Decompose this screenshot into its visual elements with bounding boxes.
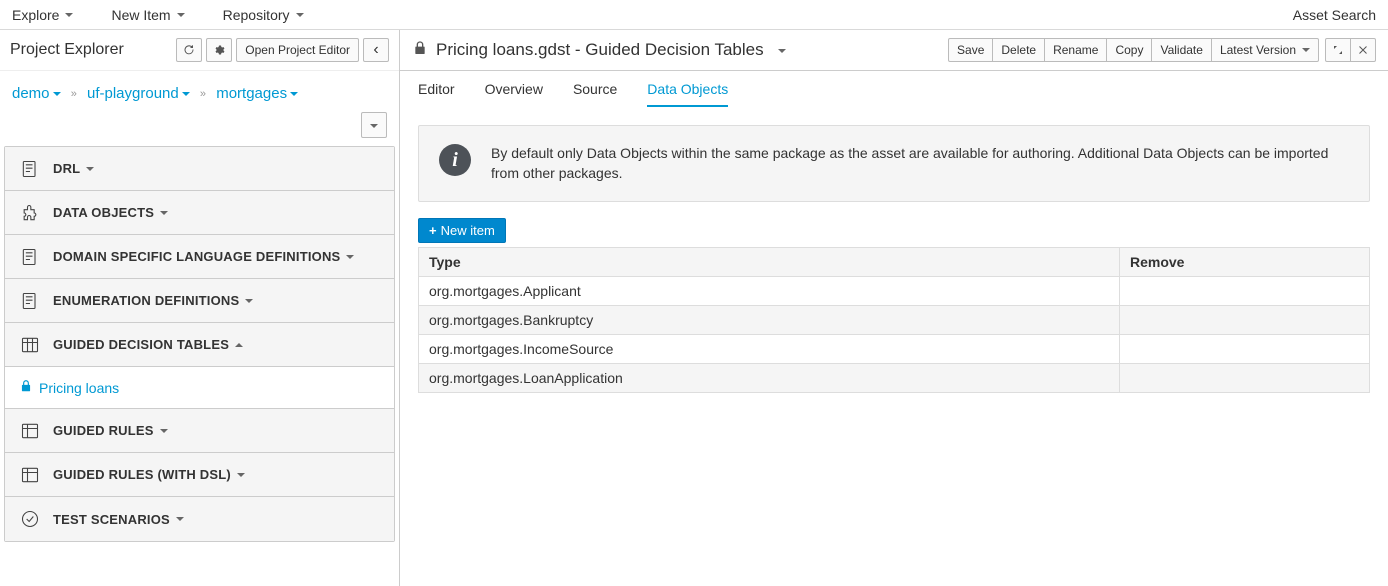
table-row: org.mortgages.LoanApplication [419,364,1370,393]
accordion-label: DOMAIN SPECIFIC LANGUAGE DEFINITIONS [53,249,340,264]
accordion-guided-rules-dsl[interactable]: GUIDED RULES (WITH DSL) [5,453,394,497]
data-objects-table: Type Remove org.mortgages.Applicantorg.m… [418,247,1370,393]
tab-source[interactable]: Source [573,81,617,107]
sidebar-header: Project Explorer Open Project Editor [0,30,399,71]
table-row: org.mortgages.IncomeSource [419,335,1370,364]
check-icon [19,508,41,530]
info-icon: i [439,144,471,176]
content-header: Pricing loans.gdst - Guided Decision Tab… [400,30,1388,71]
new-item-button[interactable]: + New item [418,218,506,243]
type-cell: org.mortgages.Bankruptcy [419,306,1120,335]
content-area: Pricing loans.gdst - Guided Decision Tab… [400,30,1388,586]
info-text: By default only Data Objects within the … [491,144,1349,183]
remove-cell[interactable] [1120,335,1370,364]
chevron-down-icon [370,118,378,133]
rename-button[interactable]: Rename [1044,38,1107,62]
lock-icon [412,40,428,61]
project-explorer-sidebar: Project Explorer Open Project Editor dem… [0,30,400,586]
plus-icon: + [429,223,437,238]
asset-accordion: DRL DATA OBJECTS DOMAIN SPECIFIC LANGUAG… [4,146,395,542]
type-cell: org.mortgages.Applicant [419,277,1120,306]
close-icon [1357,44,1369,56]
breadcrumb-mortgages[interactable]: mortgages [216,85,298,102]
breadcrumb-uf-playground[interactable]: uf-playground [87,85,190,102]
expand-button[interactable] [1325,38,1351,62]
accordion-label: GUIDED RULES (WITH DSL) [53,467,231,482]
tab-overview[interactable]: Overview [485,81,543,107]
window-button-group [1325,38,1376,62]
file-icon [19,158,41,180]
settings-button[interactable] [206,38,232,62]
accordion-enum[interactable]: ENUMERATION DEFINITIONS [5,279,394,323]
breadcrumb: demo » uf-playground » mortgages [0,71,399,108]
table-row: org.mortgages.Bankruptcy [419,306,1370,335]
col-type-header: Type [419,248,1120,277]
collapse-sidebar-button[interactable] [363,38,389,62]
menu-explore[interactable]: Explore [12,7,73,23]
remove-cell[interactable] [1120,364,1370,393]
refresh-button[interactable] [176,38,202,62]
table-icon [19,420,41,442]
accordion-label: GUIDED DECISION TABLES [53,337,229,352]
open-project-editor-button[interactable]: Open Project Editor [236,38,359,62]
accordion-data-objects[interactable]: DATA OBJECTS [5,191,394,235]
accordion-body-gdt: Pricing loans [5,367,394,409]
editor-tabs: Editor Overview Source Data Objects [400,71,1388,107]
expand-icon [1332,44,1344,56]
copy-button[interactable]: Copy [1106,38,1152,62]
gear-icon [213,44,225,56]
breadcrumb-dropdown-button[interactable] [361,112,387,138]
accordion-guided-rules[interactable]: GUIDED RULES [5,409,394,453]
table-icon [19,334,41,356]
chevron-left-icon [373,42,378,58]
top-menubar: Explore New Item Repository Asset Search [0,0,1388,30]
type-cell: org.mortgages.IncomeSource [419,335,1120,364]
tab-data-objects[interactable]: Data Objects [647,81,728,107]
tab-editor[interactable]: Editor [418,81,455,107]
puzzle-icon [19,202,41,224]
breadcrumb-demo[interactable]: demo [12,85,61,102]
save-button[interactable]: Save [948,38,993,62]
validate-button[interactable]: Validate [1151,38,1211,62]
remove-cell[interactable] [1120,306,1370,335]
action-button-group: Save Delete Rename Copy Validate Latest … [948,38,1319,62]
table-row: org.mortgages.Applicant [419,277,1370,306]
menu-new-item[interactable]: New Item [111,7,184,23]
menu-repository[interactable]: Repository [223,7,304,23]
sidebar-title: Project Explorer [10,41,172,59]
accordion-drl[interactable]: DRL [5,147,394,191]
asset-search-link[interactable]: Asset Search [1293,7,1376,23]
content-title-text: Pricing loans.gdst - Guided Decision Tab… [436,40,764,60]
col-remove-header: Remove [1120,248,1370,277]
accordion-label: DRL [53,161,80,176]
accordion-guided-decision-tables[interactable]: GUIDED DECISION TABLES [5,323,394,367]
content-title: Pricing loans.gdst - Guided Decision Tab… [412,40,786,61]
accordion-label: TEST SCENARIOS [53,512,170,527]
type-cell: org.mortgages.LoanApplication [419,364,1120,393]
accordion-dsl[interactable]: DOMAIN SPECIFIC LANGUAGE DEFINITIONS [5,235,394,279]
title-dropdown[interactable] [772,40,786,60]
close-button[interactable] [1350,38,1376,62]
latest-version-dropdown[interactable]: Latest Version [1211,38,1319,62]
table-icon [19,464,41,486]
accordion-label: ENUMERATION DEFINITIONS [53,293,239,308]
remove-cell[interactable] [1120,277,1370,306]
accordion-label: DATA OBJECTS [53,205,154,220]
accordion-label: GUIDED RULES [53,423,154,438]
file-label: Pricing loans [39,380,119,396]
lock-icon [19,379,33,396]
info-alert: i By default only Data Objects within th… [418,125,1370,202]
new-item-label: New item [441,223,495,238]
file-icon [19,290,41,312]
accordion-test-scenarios[interactable]: TEST SCENARIOS [5,497,394,541]
breadcrumb-sep-icon: » [71,88,77,100]
delete-button[interactable]: Delete [992,38,1045,62]
file-pricing-loans[interactable]: Pricing loans [19,379,119,396]
refresh-icon [183,44,195,56]
breadcrumb-sep-icon: » [200,88,206,100]
file-icon [19,246,41,268]
